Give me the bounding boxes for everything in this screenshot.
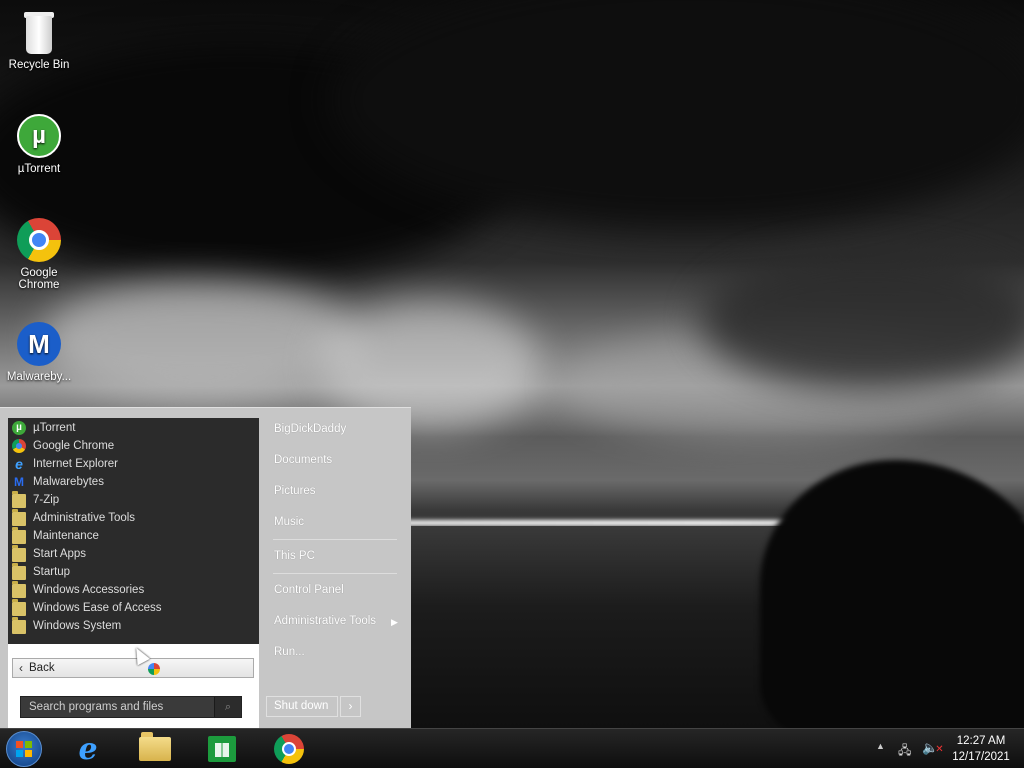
clock-time: 12:27 AM (956, 735, 1006, 747)
shut-down-options-button[interactable]: › (340, 696, 361, 717)
program-item-label: Malwarebytes (33, 476, 104, 488)
search-icon[interactable]: ⌕ (214, 697, 241, 717)
desktop-icon-label: µTorrent (17, 163, 61, 175)
folder-icon (12, 527, 26, 544)
folder-icon (12, 599, 26, 616)
network-icon[interactable]: 🖧 (898, 741, 911, 762)
all-programs-list: µ µTorrent Google Chrome e Internet Expl… (8, 418, 259, 644)
windows-logo-icon (16, 741, 32, 757)
run-link[interactable]: Run... (274, 646, 305, 658)
music-link[interactable]: Music (274, 516, 304, 528)
program-item-utorrent[interactable]: µ µTorrent (8, 419, 259, 437)
user-folder-link[interactable]: BigDickDaddy (274, 423, 346, 435)
back-button[interactable]: ‹ Back (12, 658, 254, 678)
pictures-link[interactable]: Pictures (274, 485, 316, 497)
program-item-start-apps[interactable]: Start Apps (8, 545, 259, 563)
taskbar-internet-explorer[interactable]: e (66, 731, 110, 767)
internet-explorer-icon: e (78, 731, 98, 767)
desktop-icon-label: Malwareby... (6, 371, 72, 383)
chrome-icon (274, 734, 304, 764)
shut-down-button[interactable]: Shut down (266, 696, 338, 717)
folder-icon (12, 545, 26, 562)
chevron-right-icon: › (348, 699, 353, 713)
chrome-icon (15, 216, 63, 264)
program-item-windows-accessories[interactable]: Windows Accessories (8, 581, 259, 599)
program-item-startup[interactable]: Startup (8, 563, 259, 581)
program-item-label: Windows Accessories (33, 584, 145, 596)
desktop-icon-malwarebytes[interactable]: M Malwareby... (2, 320, 76, 383)
search-box: ⌕ (20, 696, 242, 718)
show-hidden-icons-chevron-icon[interactable]: ▲ (876, 741, 885, 751)
search-input[interactable] (21, 697, 214, 717)
folder-icon (12, 509, 26, 526)
malwarebytes-icon: M (14, 475, 24, 489)
program-item-windows-ease-of-access[interactable]: Windows Ease of Access (8, 599, 259, 617)
internet-explorer-icon: e (15, 456, 23, 472)
separator (273, 573, 397, 574)
program-item-label: Internet Explorer (33, 458, 119, 470)
utorrent-icon: µ (12, 421, 26, 435)
chevron-left-icon: ‹ (19, 661, 23, 675)
taskbar-store[interactable] (200, 731, 244, 767)
program-item-label: Administrative Tools (33, 512, 136, 524)
chrome-icon (12, 439, 26, 453)
this-pc-link[interactable]: This PC (274, 550, 315, 562)
start-button[interactable] (6, 731, 42, 767)
taskbar-chrome[interactable] (267, 731, 311, 767)
start-menu: µ µTorrent Google Chrome e Internet Expl… (0, 407, 411, 729)
store-icon (208, 736, 236, 762)
folder-icon (12, 563, 26, 580)
volume-muted-icon[interactable]: 🔈✕ (922, 740, 944, 756)
taskbar-file-explorer[interactable] (133, 731, 177, 767)
control-panel-link[interactable]: Control Panel (274, 584, 344, 596)
clock-date: 12/17/2021 (952, 751, 1010, 763)
program-item-label: Startup (33, 566, 71, 578)
desktop-icon-label: Google Chrome (18, 267, 60, 291)
taskbar: e ▲ 🖧 🔈✕ 12:27 AM 12/17/2021 (0, 728, 1024, 768)
documents-link[interactable]: Documents (274, 454, 332, 466)
desktop-icon-utorrent[interactable]: µ µTorrent (2, 112, 76, 175)
program-item-label: 7-Zip (33, 494, 60, 506)
busy-indicator-icon (148, 663, 160, 675)
program-item-maintenance[interactable]: Maintenance (8, 527, 259, 545)
program-item-windows-system[interactable]: Windows System (8, 617, 259, 635)
chevron-right-icon: ▶ (391, 617, 398, 627)
program-item-7zip[interactable]: 7-Zip (8, 491, 259, 509)
program-item-chrome[interactable]: Google Chrome (8, 437, 259, 455)
file-explorer-icon (139, 732, 171, 761)
recycle-bin-icon (15, 8, 63, 56)
program-item-label: Windows Ease of Access (33, 602, 162, 614)
utorrent-icon: µ (15, 112, 63, 160)
program-item-internet-explorer[interactable]: e Internet Explorer (8, 455, 259, 473)
malwarebytes-icon: M (15, 320, 63, 368)
program-item-label: µTorrent (33, 422, 76, 434)
program-item-label: Start Apps (33, 548, 87, 560)
folder-icon (12, 581, 26, 598)
desktop-icon-chrome[interactable]: Google Chrome (2, 216, 76, 291)
administrative-tools-link[interactable]: Administrative Tools (274, 615, 376, 627)
program-item-administrative-tools[interactable]: Administrative Tools (8, 509, 259, 527)
folder-icon (12, 491, 26, 508)
program-item-label: Maintenance (33, 530, 99, 542)
desktop-icon-recycle-bin[interactable]: Recycle Bin (2, 8, 76, 71)
program-item-label: Windows System (33, 620, 122, 632)
back-button-label: Back (29, 662, 55, 674)
program-item-malwarebytes[interactable]: M Malwarebytes (8, 473, 259, 491)
programs-panel: µ µTorrent Google Chrome e Internet Expl… (8, 418, 259, 728)
system-clock[interactable]: 12:27 AM 12/17/2021 (946, 733, 1016, 765)
separator (273, 539, 397, 540)
folder-icon (12, 617, 26, 634)
program-item-label: Google Chrome (33, 440, 115, 452)
desktop-icon-label: Recycle Bin (8, 59, 70, 71)
